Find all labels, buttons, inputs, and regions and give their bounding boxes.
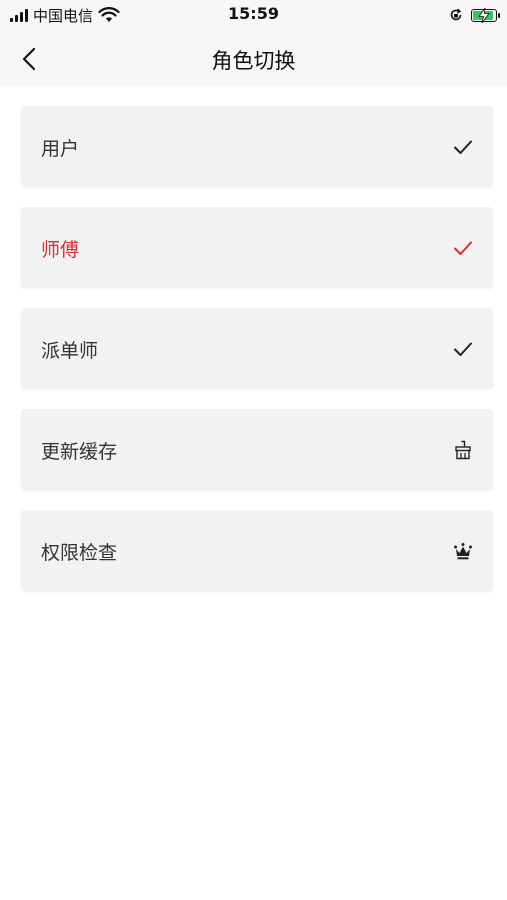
role-item-master[interactable]: 师傅: [21, 207, 493, 288]
update-cache-button[interactable]: 更新缓存: [21, 409, 493, 490]
role-label-master: 师傅: [41, 239, 80, 261]
crown-icon: [454, 543, 472, 560]
status-bar: 中国电信 15:59: [0, 0, 507, 30]
permission-check-label: 权限检查: [41, 542, 118, 564]
page-title: 角色切换: [211, 49, 296, 73]
broom-icon: [455, 440, 471, 460]
role-label-dispatcher: 派单师: [41, 340, 99, 362]
role-label-user: 用户: [41, 138, 80, 160]
role-item-dispatcher[interactable]: 派单师: [21, 308, 493, 389]
update-cache-label: 更新缓存: [41, 441, 118, 463]
navigation-bar: 角色切换: [0, 30, 507, 86]
checkmark-icon: [454, 140, 472, 154]
checkmark-icon: [454, 342, 472, 356]
rotation-lock-icon: [450, 8, 462, 21]
role-item-user[interactable]: 用户: [21, 106, 493, 187]
battery-icon: [471, 7, 500, 23]
checkmark-icon: [454, 241, 472, 255]
status-right: [449, 5, 500, 25]
status-time: 15:59: [228, 4, 279, 23]
permission-check-button[interactable]: 权限检查: [21, 510, 493, 591]
role-list: 用户 师傅 派单师 更新缓存 权限检查: [21, 106, 493, 611]
